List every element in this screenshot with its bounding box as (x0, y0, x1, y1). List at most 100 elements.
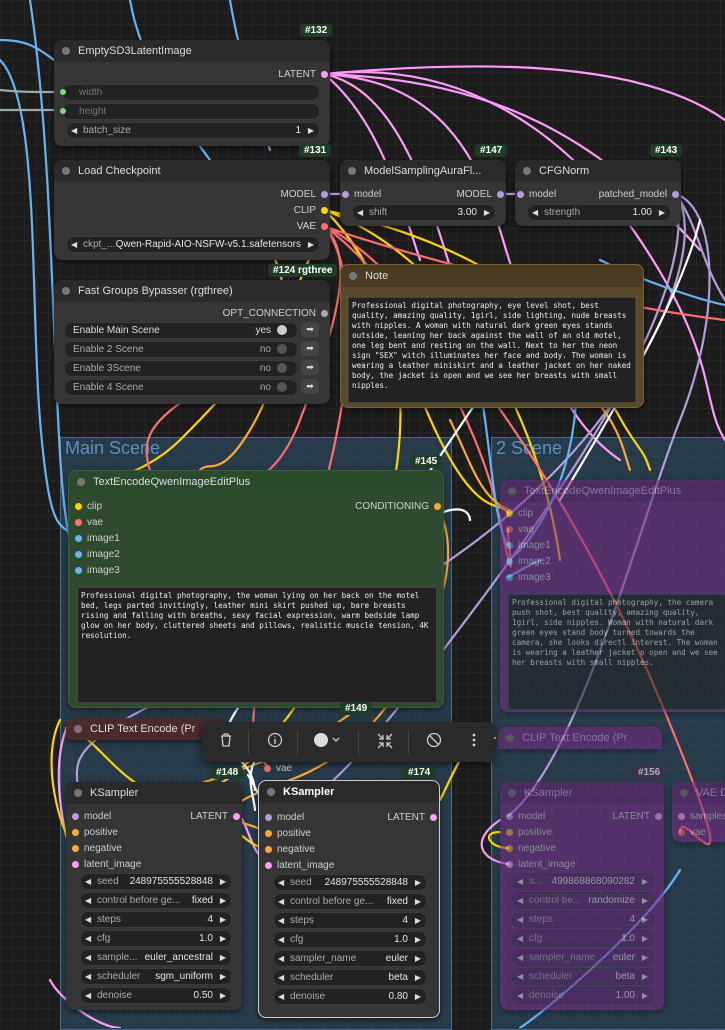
increment-arrow-icon[interactable]: ▶ (642, 874, 648, 889)
vae-pin-icon[interactable] (75, 519, 82, 526)
control-after-generate-widget[interactable]: ◀ control before ge... fixed ▶ (80, 892, 232, 909)
go-to-group-arrow-icon[interactable]: ➡ (301, 322, 319, 337)
go-to-group-arrow-icon[interactable]: ➡ (301, 379, 319, 394)
input-image1[interactable]: image1 (73, 533, 120, 544)
decrement-arrow-icon[interactable]: ◀ (517, 893, 523, 908)
node-empty-sd3-latent-image[interactable]: EmptySD3LatentImage LATENT width height … (54, 40, 330, 146)
decrement-arrow-icon[interactable]: ◀ (85, 988, 91, 1003)
input-latent-image[interactable]: latent_image (504, 859, 575, 870)
input-model[interactable]: model (70, 811, 111, 822)
input-negative[interactable]: negative (504, 843, 556, 854)
input-latent-image[interactable]: latent_image (70, 859, 141, 870)
conditioning-pin-icon[interactable] (506, 829, 513, 836)
collapse-dot-icon[interactable] (62, 47, 70, 55)
node-title[interactable]: Note (341, 265, 643, 287)
increment-arrow-icon[interactable]: ▶ (415, 913, 421, 928)
latent-pin-icon[interactable] (72, 861, 79, 868)
collapse-dot-icon[interactable] (267, 788, 275, 796)
latent-pin-icon[interactable] (506, 861, 513, 868)
image-pin-icon[interactable] (75, 551, 82, 558)
decrement-arrow-icon[interactable]: ◀ (85, 950, 91, 965)
collapse-dot-icon[interactable] (508, 789, 516, 797)
node-text-encode-qwen-scene2[interactable]: TextEncodeQwenImageEditPlus clip vae ima… (500, 480, 725, 712)
shrink-icon[interactable] (375, 732, 395, 752)
image-pin-icon[interactable] (75, 535, 82, 542)
decrement-arrow-icon[interactable]: ◀ (278, 989, 284, 1004)
go-to-group-arrow-icon[interactable]: ➡ (301, 360, 319, 375)
increment-arrow-icon[interactable]: ▶ (308, 123, 314, 138)
collapse-dot-icon[interactable] (348, 167, 356, 175)
input-model[interactable]: model (340, 189, 381, 200)
input-clip[interactable]: clip (73, 501, 102, 512)
input-image1[interactable]: image1 (504, 540, 551, 551)
height-input-pin-icon[interactable] (60, 108, 66, 114)
decrement-arrow-icon[interactable]: ◀ (278, 970, 284, 985)
output-latent[interactable]: LATENT (278, 69, 330, 80)
collapse-dot-icon[interactable] (508, 487, 516, 495)
latent-pin-icon[interactable] (678, 813, 685, 820)
input-positive[interactable]: positive (70, 827, 118, 838)
output-latent[interactable]: LATENT (387, 812, 439, 823)
input-vae[interactable]: vae (73, 517, 103, 528)
input-vae[interactable]: vae (262, 763, 292, 774)
node-title[interactable]: Fast Groups Bypasser (rgthree) (54, 280, 330, 302)
increment-arrow-icon[interactable]: ▶ (484, 205, 490, 220)
decrement-arrow-icon[interactable]: ◀ (517, 931, 523, 946)
collapse-dot-icon[interactable] (62, 167, 70, 175)
increment-arrow-icon[interactable]: ▶ (220, 912, 226, 927)
decrement-arrow-icon[interactable]: ◀ (517, 969, 523, 984)
node-title[interactable]: TextEncodeQwenImageEditPlus (69, 471, 443, 493)
steps-widget[interactable]: ◀ steps 4 ▶ (273, 912, 427, 929)
shift-widget[interactable]: ◀ shift 3.00 ▶ (352, 204, 496, 221)
scheduler-widget[interactable]: ◀ scheduler beta ▶ (273, 969, 427, 986)
output-model[interactable]: MODEL (280, 189, 330, 200)
collapse-dot-icon[interactable] (77, 478, 85, 486)
go-to-group-arrow-icon[interactable]: ➡ (301, 341, 319, 356)
input-image2[interactable]: image2 (73, 549, 120, 560)
node-title[interactable]: CLIP Text Encode (Pr (498, 727, 662, 749)
collapse-dot-icon[interactable] (680, 789, 688, 797)
increment-arrow-icon[interactable]: ▶ (220, 874, 226, 889)
clip-pin-icon[interactable] (506, 510, 513, 517)
clip-pin-icon[interactable] (75, 503, 82, 510)
collapse-dot-icon[interactable] (506, 734, 514, 742)
conditioning-pin-icon[interactable] (265, 846, 272, 853)
decrement-arrow-icon[interactable]: ◀ (517, 988, 523, 1003)
node-title[interactable]: KSampler (66, 782, 242, 804)
image-pin-icon[interactable] (506, 558, 513, 565)
decrement-arrow-icon[interactable]: ◀ (85, 969, 91, 984)
sampler-name-widget[interactable]: ◀ sample... euler_ancestral ▶ (80, 949, 232, 966)
increment-arrow-icon[interactable]: ▶ (415, 875, 421, 890)
node-vae-decode[interactable]: VAE D samples vae (672, 782, 725, 842)
clip-pin-icon[interactable] (321, 207, 328, 214)
decrement-arrow-icon[interactable]: ◀ (278, 951, 284, 966)
denoise-widget[interactable]: ◀ denoise 0.50 ▶ (80, 987, 232, 1004)
decrement-arrow-icon[interactable]: ◀ (517, 950, 523, 965)
output-latent[interactable]: LATENT (190, 811, 242, 822)
decrement-arrow-icon[interactable]: ◀ (278, 913, 284, 928)
toggle-knob-icon[interactable] (277, 344, 287, 354)
node-note[interactable]: Note Professional digital photography, e… (340, 264, 644, 408)
input-image3[interactable]: image3 (73, 565, 120, 576)
note-textarea[interactable]: Professional digital photography, eye le… (348, 297, 636, 403)
vae-pin-icon[interactable] (678, 829, 685, 836)
node-title[interactable]: CFGNorm (515, 160, 681, 182)
width-input-pin-icon[interactable] (60, 89, 66, 95)
node-clip-text-encode-scene2[interactable]: CLIP Text Encode (Pr (498, 727, 662, 749)
increment-arrow-icon[interactable]: ▶ (642, 931, 648, 946)
input-positive[interactable]: positive (263, 828, 311, 839)
input-vae[interactable]: vae (676, 827, 706, 838)
conditioning-pin-icon[interactable] (72, 845, 79, 852)
seed-widget[interactable]: ◀ seed 248975555528848 ▶ (80, 873, 232, 890)
input-positive[interactable]: positive (504, 827, 552, 838)
increment-arrow-icon[interactable]: ▶ (415, 989, 421, 1004)
bypass-icon[interactable] (424, 732, 444, 752)
steps-widget[interactable]: ◀ steps 4 ▶ (512, 911, 654, 928)
increment-arrow-icon[interactable]: ▶ (415, 970, 421, 985)
input-clip[interactable]: clip (504, 508, 533, 519)
conditioning-pin-icon[interactable] (434, 503, 441, 510)
vae-pin-icon[interactable] (264, 765, 271, 772)
decrement-arrow-icon[interactable]: ◀ (85, 874, 91, 889)
node-title[interactable]: ModelSamplingAuraFl... (340, 160, 506, 182)
input-latent-image[interactable]: latent_image (263, 860, 334, 871)
